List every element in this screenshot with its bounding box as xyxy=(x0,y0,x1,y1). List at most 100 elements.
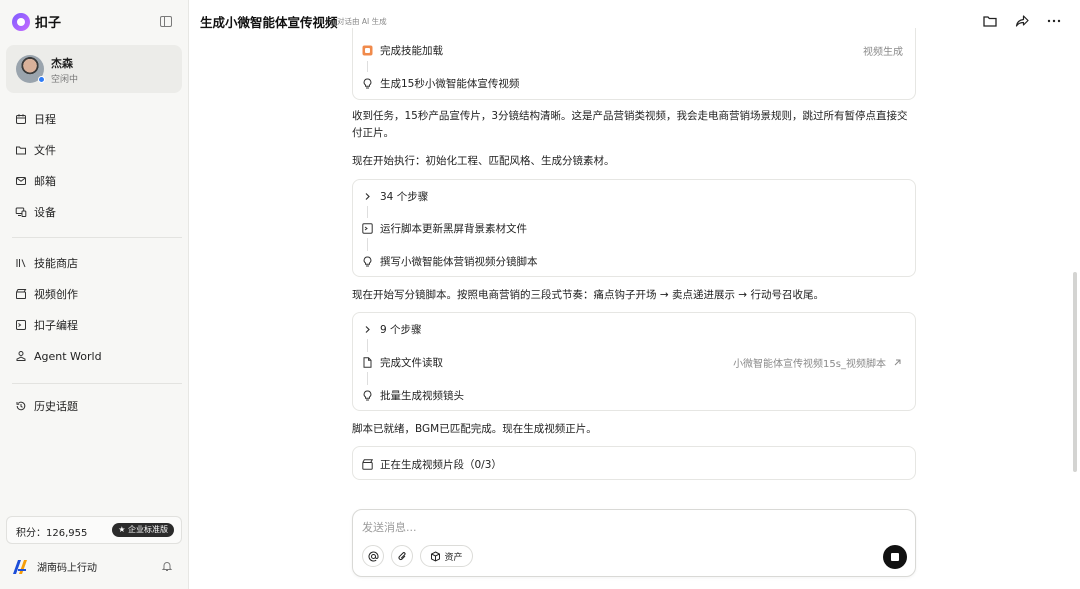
terminal-icon xyxy=(16,320,26,330)
sidebar: 扣子 杰森 空闲中 日程 文件 邮箱 设备 技能商店 视频创作 扣子编程 Age… xyxy=(0,0,189,589)
workspace-switcher[interactable]: 湖南码上行动 xyxy=(12,558,97,575)
mail-icon xyxy=(16,177,26,185)
steps-count: 9 个步骤 xyxy=(380,323,422,336)
paperclip-icon xyxy=(398,551,406,560)
file-link-label: 小微智能体宣传视频15s_视频脚本 xyxy=(733,358,886,370)
step-connector xyxy=(367,61,368,72)
step-connector xyxy=(367,206,368,218)
sidebar-item-files[interactable]: 文件 xyxy=(6,137,182,163)
at-icon xyxy=(368,551,378,561)
user-status: 空闲中 xyxy=(51,75,79,85)
sidebar-item-coze-coding[interactable]: 扣子编程 xyxy=(6,312,182,338)
assistant-message: 现在开始写分镜脚本。按照电商营销的三段式节奏：痛点钩子开场 → 卖点递进展示 →… xyxy=(352,289,824,301)
row-label: 撰写小微智能体营销视频分镜脚本 xyxy=(380,255,538,268)
user-name: 杰森 xyxy=(51,57,73,70)
row-label: 生成15秒小微智能体宣传视频 xyxy=(380,77,520,90)
step-row[interactable]: 运行脚本更新黑屏背景素材文件 xyxy=(362,218,903,238)
row-label: 批量生成视频镜头 xyxy=(380,389,464,402)
assets-label: 资产 xyxy=(444,552,463,563)
user-card[interactable]: 杰森 空闲中 xyxy=(6,45,182,93)
message-input[interactable] xyxy=(362,521,842,534)
bulb-icon xyxy=(363,389,372,400)
assistant-message: 现在开始执行：初始化工程、匹配风格、生成分镜素材。 xyxy=(352,155,615,167)
file-icon xyxy=(363,356,372,368)
ai-disclaimer: 对话由 AI 生成 xyxy=(337,17,387,26)
sidebar-item-agent-world[interactable]: Agent World xyxy=(6,343,182,369)
message-composer: 资产 xyxy=(352,509,916,577)
more-icon[interactable] xyxy=(1046,13,1062,29)
devices-icon xyxy=(15,207,27,217)
assets-button[interactable]: 资产 xyxy=(420,545,473,567)
bell-icon[interactable] xyxy=(161,560,173,572)
mention-button[interactable] xyxy=(362,545,384,567)
sidebar-item-schedule[interactable]: 日程 xyxy=(6,106,182,132)
points-panel[interactable]: 积分：126,955 ★ 企业标准版 xyxy=(6,516,182,544)
sidebar-item-label: 视频创作 xyxy=(34,288,78,301)
sidebar-item-label: 设备 xyxy=(34,206,56,219)
sidebar-item-skill-store[interactable]: 技能商店 xyxy=(6,250,182,276)
folder-icon xyxy=(16,146,26,155)
folder-icon[interactable] xyxy=(982,13,998,29)
sidebar-divider xyxy=(12,383,182,384)
step-row[interactable]: 撰写小微智能体营销视频分镜脚本 xyxy=(362,251,903,271)
steps-toggle[interactable]: 34 个步骤 xyxy=(362,186,903,206)
agent-icon xyxy=(16,351,26,361)
plan-badge-label: 企业标准版 xyxy=(128,525,168,534)
sidebar-item-video-creation[interactable]: 视频创作 xyxy=(6,281,182,307)
skill-loaded-row[interactable]: 完成技能加载 视频生成 xyxy=(362,40,903,60)
steps-card: 34 个步骤 运行脚本更新黑屏背景素材文件 撰写小微智能体营销视频分镜脚本 xyxy=(352,179,916,277)
step-row[interactable]: 批量生成视频镜头 xyxy=(362,385,903,405)
sidebar-item-label: 日程 xyxy=(34,113,56,126)
chevron-right-icon xyxy=(365,192,370,200)
steps-toggle[interactable]: 9 个步骤 xyxy=(362,319,903,339)
calendar-icon xyxy=(16,114,26,124)
status-dot xyxy=(38,76,45,83)
step-connector xyxy=(367,339,368,352)
row-label: 运行脚本更新黑屏背景素材文件 xyxy=(380,222,527,235)
file-read-row[interactable]: 完成文件读取 小微智能体宣传视频15s_视频脚本 xyxy=(362,352,903,372)
file-link[interactable]: 小微智能体宣传视频15s_视频脚本 xyxy=(733,355,903,370)
progress-card: 正在生成视频片段（0/3） xyxy=(352,446,916,480)
workspace-logo-icon xyxy=(13,560,27,574)
task-row[interactable]: 生成15秒小微智能体宣传视频 xyxy=(362,73,903,93)
brand[interactable]: 扣子 xyxy=(12,12,61,31)
sidebar-item-label: 技能商店 xyxy=(34,257,78,270)
points-value: 积分：126,955 xyxy=(16,528,88,539)
step-connector xyxy=(367,372,368,385)
app-logo-icon xyxy=(12,12,30,31)
stop-button[interactable] xyxy=(883,545,907,569)
skill-icon xyxy=(362,45,373,55)
app-name: 扣子 xyxy=(35,16,62,31)
row-label: 完成文件读取 xyxy=(380,356,443,369)
bulb-icon xyxy=(363,77,372,88)
sidebar-item-label: 邮箱 xyxy=(34,175,56,188)
page-title: 生成小微智能体宣传视频 xyxy=(200,15,338,30)
external-link-icon xyxy=(894,359,901,365)
sidebar-item-label: 扣子编程 xyxy=(34,319,78,332)
bulb-icon xyxy=(363,255,372,266)
steps-card: 9 个步骤 完成文件读取 小微智能体宣传视频15s_视频脚本 批量生成视频镜头 xyxy=(352,312,916,411)
history-icon xyxy=(16,401,26,411)
task-card: 完成技能加载 视频生成 生成15秒小微智能体宣传视频 xyxy=(352,28,916,100)
row-label: 正在生成视频片段（0/3） xyxy=(380,458,502,471)
steps-count: 34 个步骤 xyxy=(380,190,429,203)
sidebar-item-devices[interactable]: 设备 xyxy=(6,199,182,225)
workspace-name: 湖南码上行动 xyxy=(37,563,97,574)
scrollbar[interactable] xyxy=(1073,272,1077,472)
share-icon[interactable] xyxy=(1014,13,1030,29)
chevron-right-icon xyxy=(365,325,370,333)
sidebar-item-label: 历史话题 xyxy=(34,400,78,413)
cube-icon xyxy=(431,550,441,562)
attach-button[interactable] xyxy=(391,545,413,567)
assistant-message: 脚本已就绪，BGM已匹配完成。现在生成视频正片。 xyxy=(352,423,597,435)
sidebar-item-label: 文件 xyxy=(34,144,56,157)
skill-tag: 视频生成 xyxy=(863,46,903,58)
clapperboard-icon xyxy=(16,289,27,299)
generating-row[interactable]: 正在生成视频片段（0/3） xyxy=(362,454,903,474)
plan-badge: ★ 企业标准版 xyxy=(112,523,174,537)
sidebar-item-mail[interactable]: 邮箱 xyxy=(6,168,182,194)
sidebar-item-history[interactable]: 历史话题 xyxy=(6,393,182,419)
library-icon xyxy=(16,259,26,268)
assistant-message: 收到任务，15秒产品宣传片，3分镜结构清晰。这是产品营销类视频，我会走电商营销场… xyxy=(352,110,908,139)
sidebar-toggle-icon[interactable] xyxy=(160,16,172,27)
